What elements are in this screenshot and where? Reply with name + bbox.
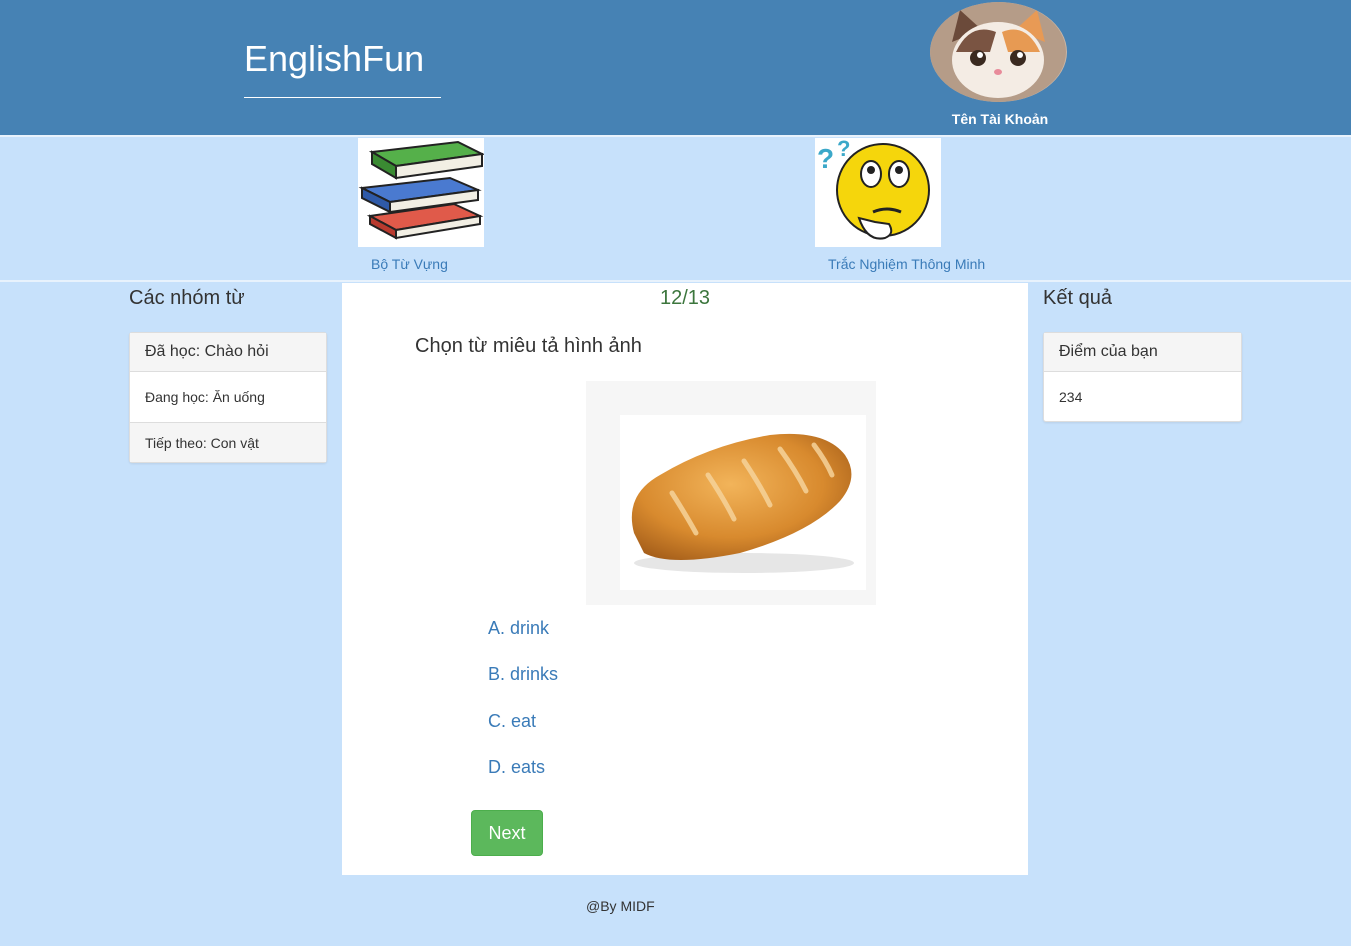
nav-link-smart-quiz[interactable]: Trắc Nghiệm Thông Minh [828, 256, 985, 272]
word-groups-list: Đã học: Chào hỏi Đang học: Ăn uống Tiếp … [129, 332, 327, 463]
brand-logo-text[interactable]: EnglishFun [244, 38, 424, 80]
brand-underline [244, 97, 441, 98]
question-image-frame [586, 381, 876, 605]
quiz-panel: 12/13 Chọn từ miêu tả hình ảnh A. drink … [342, 283, 1028, 875]
answer-option-a[interactable]: A. drink [488, 618, 549, 639]
word-groups-title: Các nhóm từ [129, 287, 245, 309]
svg-text:?: ? [817, 143, 834, 174]
bread-image [620, 415, 866, 590]
list-item-next[interactable]: Tiếp theo: Con vật [130, 423, 326, 462]
list-item-learned[interactable]: Đã học: Chào hỏi [130, 333, 326, 372]
question-text: Chọn từ miêu tả hình ảnh [415, 335, 642, 357]
next-button[interactable]: Next [471, 810, 543, 856]
site-header: EnglishFun Tên Tài Khoản [0, 0, 1351, 135]
answer-option-b[interactable]: B. drinks [488, 664, 558, 685]
svg-text:?: ? [837, 138, 850, 161]
answer-option-d[interactable]: D. eats [488, 757, 545, 778]
results-card: Điểm của bạn 234 [1043, 332, 1242, 422]
footer-credit: @By MIDF [586, 898, 655, 914]
books-icon[interactable] [358, 138, 484, 247]
score-value: 234 [1059, 388, 1083, 405]
feature-nav: Bộ Từ Vựng ? ? Trắc Nghiệm Thông Minh [0, 137, 1351, 280]
account-avatar[interactable] [930, 2, 1067, 102]
thinking-smiley-icon[interactable]: ? ? [815, 138, 941, 247]
quiz-progress: 12/13 [659, 287, 711, 309]
divider [0, 280, 1351, 282]
answer-option-c[interactable]: C. eat [488, 711, 536, 732]
account-name[interactable]: Tên Tài Khoản [940, 111, 1060, 127]
results-title: Kết quả [1043, 287, 1112, 309]
nav-link-vocabulary[interactable]: Bộ Từ Vựng [371, 256, 448, 272]
score-label: Điểm của bạn [1044, 333, 1241, 372]
list-item-learning[interactable]: Đang học: Ăn uống [130, 372, 326, 423]
